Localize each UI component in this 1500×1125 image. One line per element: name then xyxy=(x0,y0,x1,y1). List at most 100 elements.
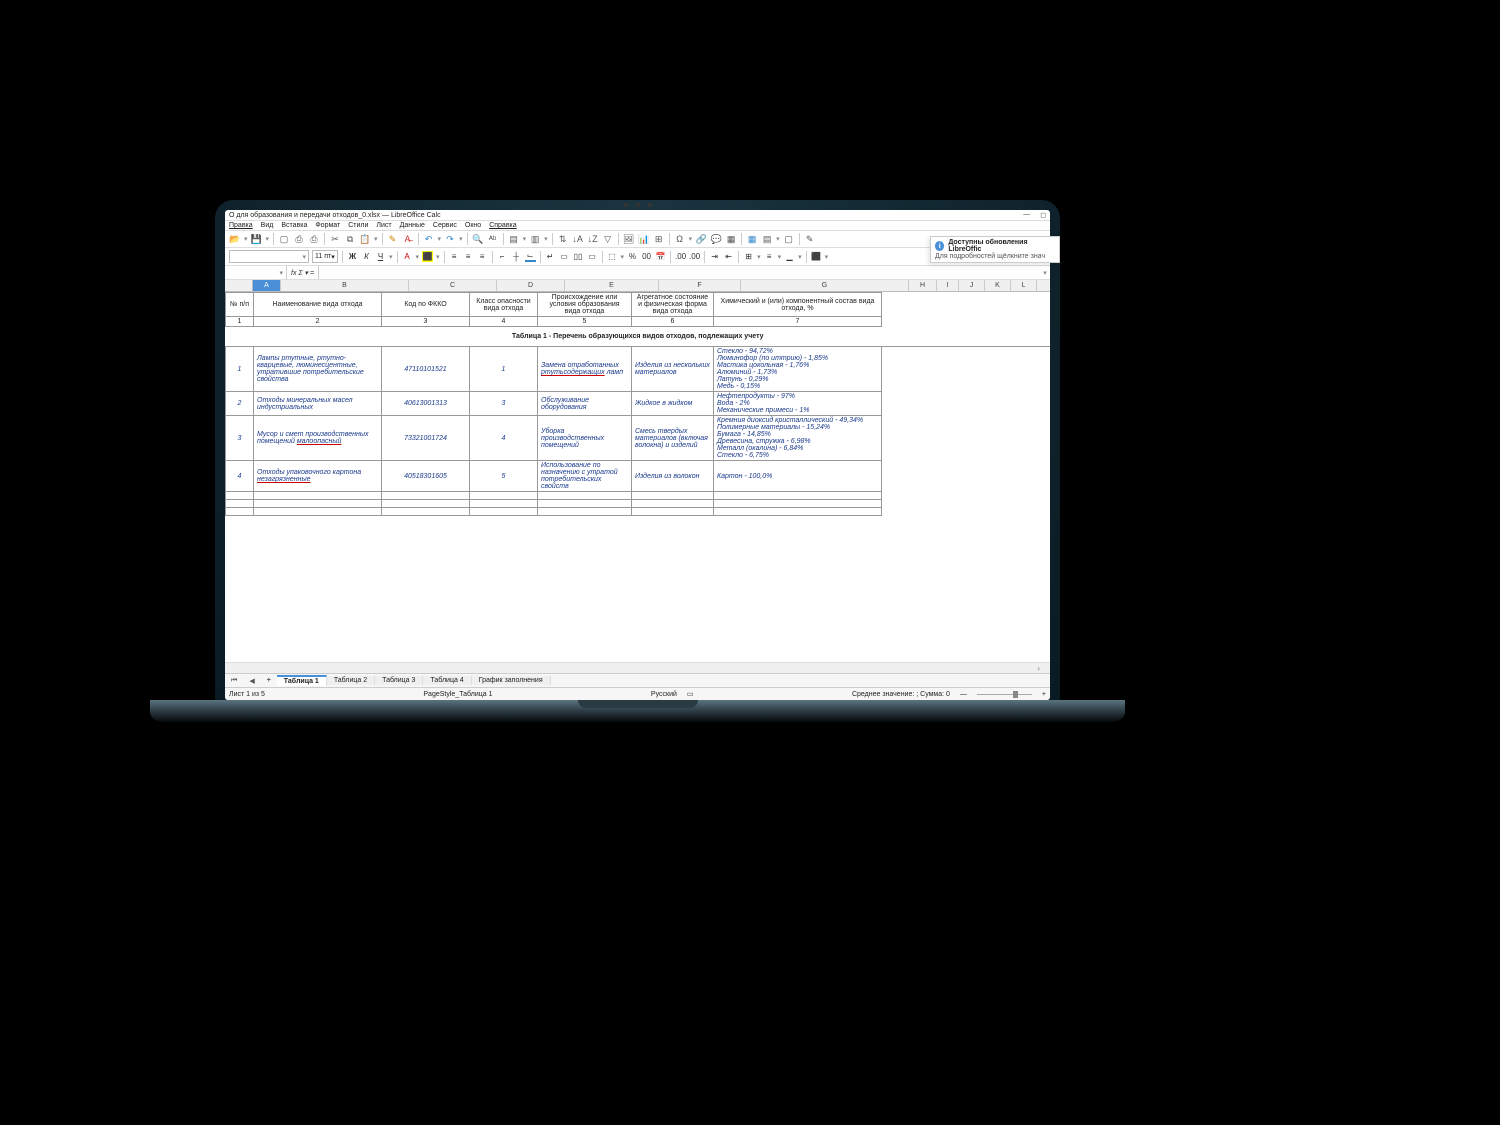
col-icon[interactable]: ▥ xyxy=(529,233,541,245)
split-icon[interactable]: ▤ xyxy=(761,233,773,245)
sheet-tab-1[interactable]: Таблица 1 xyxy=(277,675,327,686)
formula-input[interactable] xyxy=(318,266,1040,279)
table-row[interactable]: 1Лампы ртутные, ртутно-кварцевые, люмине… xyxy=(226,347,1051,392)
align-center-icon[interactable]: ≡ xyxy=(463,251,474,262)
percent-icon[interactable]: % xyxy=(627,251,638,262)
table-row[interactable] xyxy=(226,508,1051,516)
chart-icon[interactable]: 📊 xyxy=(638,233,650,245)
hyperlink-icon[interactable]: 🔗 xyxy=(695,233,707,245)
special-char-icon[interactable]: Ω xyxy=(674,233,686,245)
highlight-icon[interactable]: ⬛ xyxy=(422,251,433,262)
find-icon[interactable]: 🔍 xyxy=(472,233,484,245)
date-icon[interactable]: 📅 xyxy=(655,251,666,262)
currency-icon[interactable]: ⬚ xyxy=(607,251,618,262)
window-icon[interactable]: ▢ xyxy=(783,233,795,245)
expand-formula-icon[interactable]: ▾ xyxy=(1040,269,1050,277)
sort-desc-icon[interactable]: ↓Z xyxy=(587,233,599,245)
maximize-button[interactable]: ◻ xyxy=(1040,211,1046,219)
font-size-combo[interactable]: 11 пт ▾ xyxy=(312,250,338,263)
menu-styles[interactable]: Стили xyxy=(348,222,368,229)
tab-prev-icon[interactable]: ◀ xyxy=(243,677,260,685)
unmerge-icon[interactable]: ▯▯ xyxy=(573,251,584,262)
save-icon[interactable]: 💾 xyxy=(251,233,263,245)
remove-decimal-icon[interactable]: .00 xyxy=(689,251,700,262)
fx-label[interactable]: fx Σ ▾ = xyxy=(287,269,318,277)
autofilter-icon[interactable]: ▽ xyxy=(602,233,614,245)
spellcheck-icon[interactable]: ᴬᵇ xyxy=(487,233,499,245)
indent-dec-icon[interactable]: ⇤ xyxy=(723,251,734,262)
zoom-slider[interactable] xyxy=(977,692,1032,697)
align-bottom-icon[interactable]: ⌙ xyxy=(525,251,536,262)
image-icon[interactable]: 🖼 xyxy=(623,233,635,245)
menu-sheet[interactable]: Лист xyxy=(376,222,391,229)
new-icon[interactable]: ▢ xyxy=(278,233,290,245)
sheet-tab-3[interactable]: Таблица 3 xyxy=(375,676,423,685)
draw-icon[interactable]: ✎ xyxy=(804,233,816,245)
col-header-B[interactable]: B xyxy=(281,280,409,291)
font-name-combo[interactable]: ▾ xyxy=(229,250,309,263)
col-header-H[interactable]: H xyxy=(909,280,937,291)
data-table[interactable]: Таблица 1 - Перечень образующихся видов … xyxy=(225,292,1050,516)
merge-icon[interactable]: ▭ xyxy=(559,251,570,262)
sheet-tab-4[interactable]: Таблица 4 xyxy=(423,676,471,685)
paste-icon[interactable]: 📋 xyxy=(359,233,371,245)
freeze-icon[interactable]: ▦ xyxy=(746,233,758,245)
conditional-icon[interactable]: ⬛ xyxy=(811,251,822,262)
indent-inc-icon[interactable]: ⇥ xyxy=(709,251,720,262)
menu-view[interactable]: Вид xyxy=(261,222,274,229)
col-header-J[interactable]: J xyxy=(959,280,985,291)
redo-icon[interactable]: ↷ xyxy=(444,233,456,245)
col-header-G[interactable]: G xyxy=(741,280,909,291)
menu-insert[interactable]: Вставка xyxy=(281,222,307,229)
italic-icon[interactable]: К xyxy=(361,251,372,262)
tab-first-icon[interactable]: ⏮ xyxy=(225,677,243,685)
align-middle-icon[interactable]: ┼ xyxy=(511,251,522,262)
update-notification[interactable]: iДоступны обновления LibreOffic Для подр… xyxy=(930,236,1050,263)
clear-format-icon[interactable]: A̶ xyxy=(402,233,414,245)
menu-format[interactable]: Формат xyxy=(315,222,340,229)
font-color-icon[interactable]: A xyxy=(402,251,413,262)
align-left-icon[interactable]: ≡ xyxy=(449,251,460,262)
col-header-D[interactable]: D xyxy=(497,280,565,291)
name-box[interactable]: ▾ xyxy=(225,266,287,279)
row-icon[interactable]: ▤ xyxy=(508,233,520,245)
print-icon[interactable]: ⎙ xyxy=(308,233,320,245)
table-row[interactable] xyxy=(226,500,1051,508)
comment-icon[interactable]: 💬 xyxy=(710,233,722,245)
table-row[interactable]: 3Мусор и смет производственных помещений… xyxy=(226,416,1051,461)
col-header-F[interactable]: F xyxy=(659,280,741,291)
number-icon[interactable]: 00 xyxy=(641,251,652,262)
border-color-icon[interactable]: ▁ xyxy=(784,251,795,262)
menu-edit[interactable]: Правка xyxy=(229,222,253,229)
minimize-button[interactable]: — xyxy=(1023,211,1030,219)
sort-icon[interactable]: ⇅ xyxy=(557,233,569,245)
sheet-tab-2[interactable]: Таблица 2 xyxy=(327,676,375,685)
col-header-A[interactable]: A xyxy=(253,280,281,291)
col-header-I[interactable]: I xyxy=(937,280,959,291)
border-style-icon[interactable]: ≡ xyxy=(764,251,775,262)
menu-data[interactable]: Данные xyxy=(400,222,425,229)
wrap-icon[interactable]: ↵ xyxy=(545,251,556,262)
insert-mode-icon[interactable]: ▭ xyxy=(687,690,694,698)
underline-icon[interactable]: Ч xyxy=(375,251,386,262)
spreadsheet-grid[interactable]: A B C D E F G H I J K L Таблица 1 - Пере… xyxy=(225,280,1050,662)
col-header-L[interactable]: L xyxy=(1011,280,1037,291)
tab-add-icon[interactable]: + xyxy=(261,677,277,684)
sheet-tab-5[interactable]: График заполнения xyxy=(472,676,551,685)
copy-icon[interactable]: ⧉ xyxy=(344,233,356,245)
borders-icon[interactable]: ⊞ xyxy=(743,251,754,262)
export-pdf-icon[interactable]: ⎙ xyxy=(293,233,305,245)
add-decimal-icon[interactable]: .00 xyxy=(675,251,686,262)
cut-icon[interactable]: ✂ xyxy=(329,233,341,245)
sort-asc-icon[interactable]: ↓A xyxy=(572,233,584,245)
undo-icon[interactable]: ↶ xyxy=(423,233,435,245)
menu-window[interactable]: Окно xyxy=(465,222,481,229)
bold-icon[interactable]: Ж xyxy=(347,251,358,262)
zoom-out-icon[interactable]: — xyxy=(960,691,967,698)
table-row[interactable]: 4Отходы упаковочного картона незагрязнен… xyxy=(226,461,1051,492)
menu-help[interactable]: Справка xyxy=(489,222,516,229)
merge-center-icon[interactable]: ▭ xyxy=(587,251,598,262)
horizontal-scrollbar[interactable]: › xyxy=(225,662,1050,673)
col-header-K[interactable]: K xyxy=(985,280,1011,291)
align-right-icon[interactable]: ≡ xyxy=(477,251,488,262)
